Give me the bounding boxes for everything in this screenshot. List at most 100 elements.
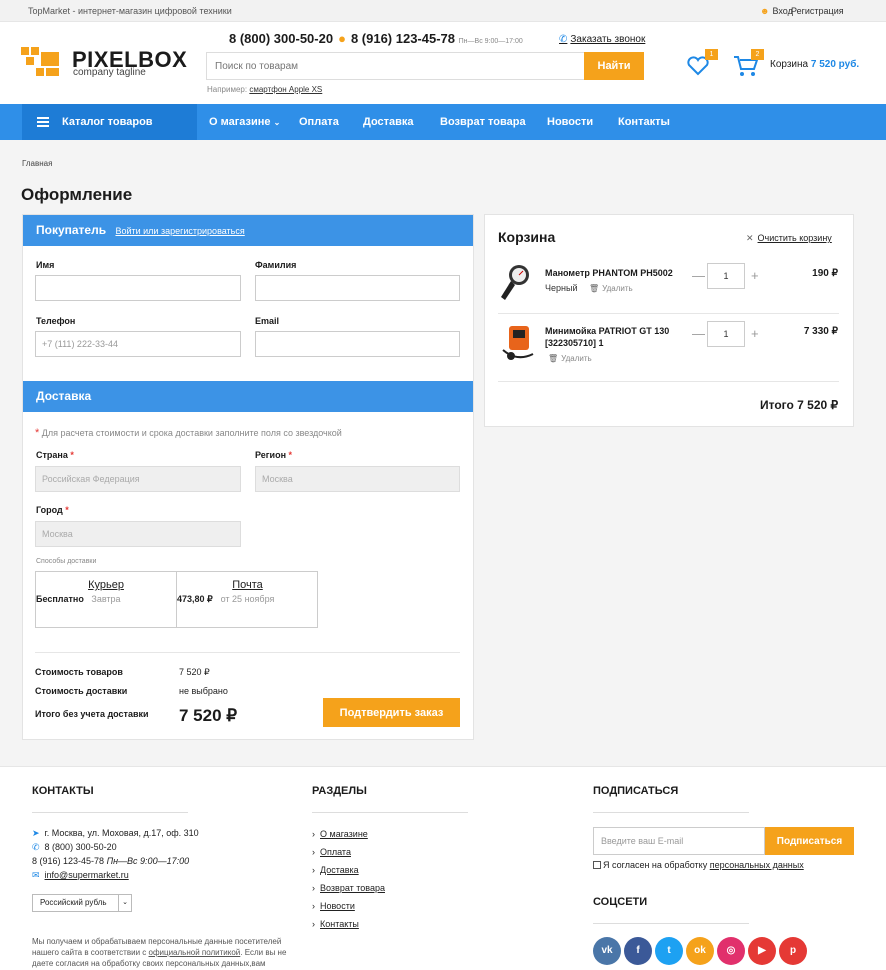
footer-link-about[interactable]: › О магазине: [312, 829, 368, 839]
consent-checkbox[interactable]: [593, 861, 601, 869]
clear-cart-link[interactable]: ✕ Очистить корзину: [746, 233, 832, 244]
cart-item-price: 190 ₽: [812, 268, 838, 279]
trash-icon: 🗑: [548, 354, 559, 363]
cart-panel: [484, 214, 854, 427]
email-field[interactable]: [255, 331, 460, 357]
delivery-section-header: Доставка: [23, 381, 473, 412]
footer-link-label: Возврат товара: [320, 883, 385, 893]
country-label: Страна *: [36, 450, 74, 460]
delete-item-button[interactable]: 🗑 Удалить: [589, 284, 633, 293]
footer-phone-2: 8 (916) 123-45-78 Пн—Вс 9:00—17:00: [32, 856, 189, 866]
divider: [32, 812, 188, 813]
nav-item-delivery[interactable]: Доставка: [363, 104, 414, 140]
odnoklassniki-icon[interactable]: ok: [686, 937, 714, 965]
footer-link-label: Новости: [320, 901, 355, 911]
delivery-option-post[interactable]: Почта 473,80 ₽ от 25 ноября: [177, 572, 318, 627]
nav-item-news[interactable]: Новости: [547, 104, 593, 140]
first-name-field[interactable]: [35, 275, 241, 301]
user-icon: ☻: [760, 6, 770, 16]
nav-item-returns[interactable]: Возврат товара: [440, 104, 526, 140]
delete-item-button[interactable]: 🗑 Удалить: [548, 354, 592, 363]
chevron-right-icon: ›: [312, 883, 315, 893]
youtube-icon[interactable]: ▶: [748, 937, 776, 965]
logo-icon[interactable]: [21, 47, 61, 77]
footer-link-label: Оплата: [320, 847, 351, 857]
footer-phone-1-text: 8 (800) 300-50-20: [44, 842, 117, 852]
option-price: Бесплатно: [36, 594, 84, 604]
footer-link-payment[interactable]: › Оплата: [312, 847, 351, 857]
footer-link-label: Контакты: [320, 919, 359, 929]
footer-email: ✉ info@supermarket.ru: [32, 870, 129, 881]
footer-link-contacts[interactable]: › Контакты: [312, 919, 359, 929]
search-input[interactable]: [207, 53, 577, 79]
privacy-policy-link[interactable]: официальной политикой: [149, 948, 241, 957]
currency-select[interactable]: Российский рубль ⌄: [32, 894, 132, 912]
callback-link[interactable]: ✆ Заказать звонок: [559, 34, 645, 45]
chevron-right-icon: ›: [312, 829, 315, 839]
twitter-icon[interactable]: t: [655, 937, 683, 965]
delivery-section-title: Доставка: [36, 389, 92, 403]
footer-sections-title: РАЗДЕЛЫ: [312, 785, 367, 797]
instagram-icon[interactable]: ◎: [717, 937, 745, 965]
first-name-label: Имя: [36, 260, 55, 270]
cart-total: Итого 7 520 ₽: [760, 398, 839, 412]
callback-label: Заказать звонок: [570, 34, 646, 45]
footer-phone-2-text: 8 (916) 123-45-78: [32, 856, 105, 866]
vk-icon[interactable]: vk: [593, 937, 621, 965]
qty-increase-button[interactable]: +: [751, 326, 759, 341]
breadcrumb-home[interactable]: Главная: [22, 159, 52, 168]
subscribe-button[interactable]: Подписаться: [765, 827, 854, 855]
qty-decrease-button[interactable]: —: [692, 326, 705, 341]
nav-item-payment[interactable]: Оплата: [299, 104, 339, 140]
phone-icon: ✆: [32, 842, 40, 852]
example-link[interactable]: смартфон Apple XS: [249, 85, 322, 94]
pressure-gauge-image: [501, 265, 529, 300]
nav-item-contacts[interactable]: Контакты: [618, 104, 670, 140]
login-link[interactable]: ☻ Вход: [760, 6, 793, 16]
footer-link-delivery[interactable]: › Доставка: [312, 865, 359, 875]
nav-item-about[interactable]: О магазине ⌄: [209, 104, 280, 140]
last-name-field[interactable]: [255, 275, 460, 301]
chevron-right-icon: ›: [312, 847, 315, 857]
cart-total-header: 7 520 руб.: [810, 59, 860, 70]
login-register-link[interactable]: Войти или зарегистрироваться: [115, 226, 244, 236]
cart-summary-link[interactable]: Корзина 7 520 руб.: [770, 59, 859, 70]
search-button[interactable]: Найти: [584, 52, 644, 80]
footer-hours: Пн—Вс 9:00—17:00: [106, 856, 190, 866]
confirm-order-button[interactable]: Подтвердить заказ: [323, 698, 460, 727]
cart-count-badge: 2: [751, 49, 764, 60]
delivery-hint: * Для расчета стоимости и срока доставки…: [35, 427, 342, 439]
footer-link-returns[interactable]: › Возврат товара: [312, 883, 385, 893]
email-link[interactable]: info@supermarket.ru: [45, 870, 129, 880]
delivery-option-courier[interactable]: Курьер Бесплатно Завтра: [36, 572, 177, 627]
region-label-text: Регион: [255, 450, 286, 460]
chevron-down-icon: ⌄: [273, 118, 281, 127]
qty-input[interactable]: 1: [707, 263, 745, 289]
city-field[interactable]: Москва: [35, 521, 241, 547]
footer-link-news[interactable]: › Новости: [312, 901, 355, 911]
working-hours: Пн—Вс 9:00—17:00: [458, 38, 523, 45]
phone-field[interactable]: +7 (111) 222-33-44: [35, 331, 241, 357]
catalog-button[interactable]: Каталог товаров: [22, 104, 197, 140]
personal-data-link[interactable]: персональных данных: [710, 860, 804, 870]
divider: [498, 381, 839, 382]
country-field[interactable]: Российская Федерация: [35, 466, 241, 492]
qty-decrease-button[interactable]: —: [692, 268, 705, 283]
goods-cost-value: 7 520 ₽: [179, 667, 210, 677]
divider: [498, 313, 839, 314]
phone-2: 8 (916) 123-45-78: [350, 31, 456, 46]
pinterest-icon[interactable]: p: [779, 937, 807, 965]
consent-label: Я согласен на обработку: [603, 860, 708, 870]
subscribe-email-input[interactable]: Введите ваш E-mail: [593, 827, 765, 855]
catalog-label: Каталог товаров: [62, 116, 153, 128]
region-field[interactable]: Москва: [255, 466, 460, 492]
delete-label: Удалить: [561, 354, 592, 363]
required-asterisk: *: [35, 427, 40, 439]
qty-input[interactable]: 1: [707, 321, 745, 347]
register-link[interactable]: Регистрация: [791, 6, 844, 16]
divider: [593, 923, 749, 924]
qty-increase-button[interactable]: +: [751, 268, 759, 283]
region-label: Регион *: [255, 450, 293, 460]
facebook-icon[interactable]: f: [624, 937, 652, 965]
chevron-right-icon: ›: [312, 901, 315, 911]
